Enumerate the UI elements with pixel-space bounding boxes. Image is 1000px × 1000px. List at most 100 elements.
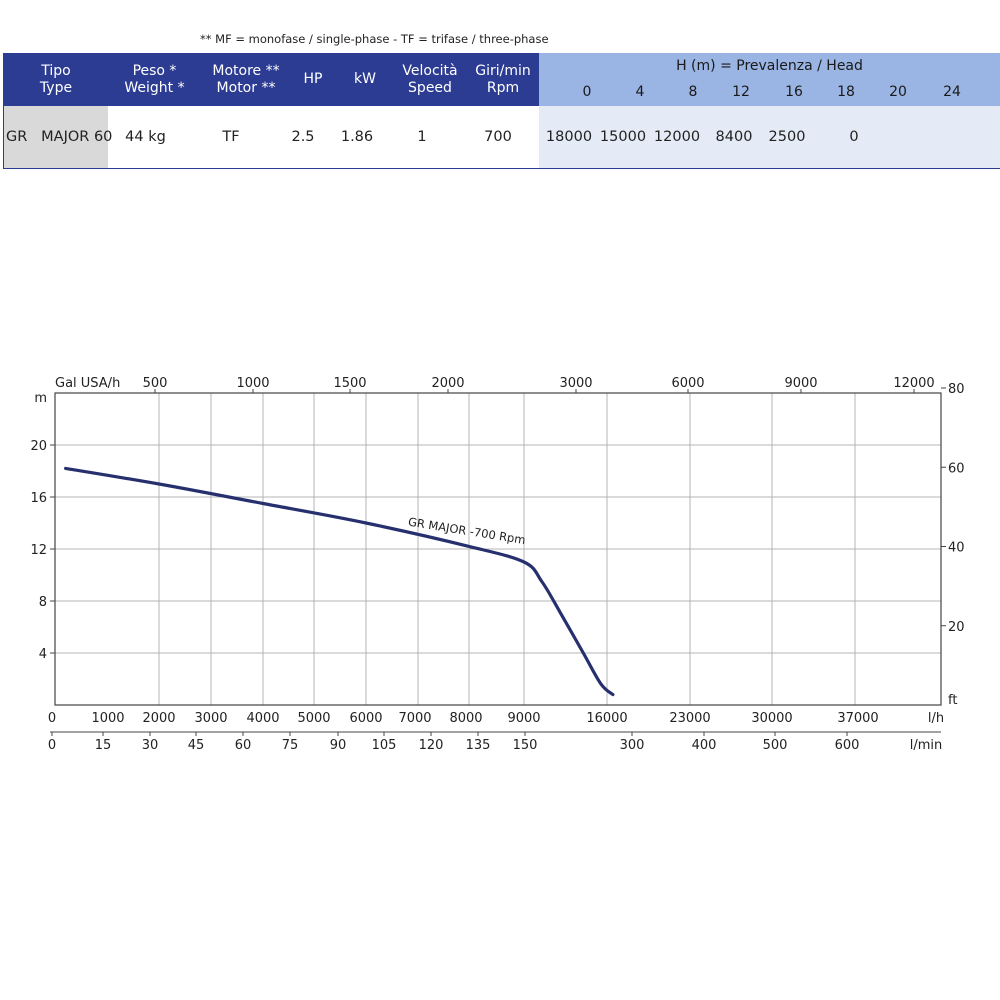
x-lmin-tick-label: 60 xyxy=(235,738,252,753)
y-left-tick-label: 4 xyxy=(39,647,47,662)
x-lh-tick-label: 8000 xyxy=(449,711,482,726)
table-row: GR MAJOR 60 44 kg TF 2.5 1.86 1 700 1800… xyxy=(3,106,1000,168)
header-weight: Peso * Weight * xyxy=(108,53,201,106)
x-top-tick-label: 1000 xyxy=(236,376,269,391)
x-top-tick-label: 1500 xyxy=(333,376,366,391)
x-top-axis-label: Gal USA/h xyxy=(55,376,120,391)
chart-axes: 48121620m20406080ftGal USA/h 500 1000 1500 2… xyxy=(30,376,964,753)
header-head-col: 8 xyxy=(688,84,698,100)
table-bottom-border xyxy=(3,168,1000,169)
spec-table: Tipo Type Peso * Weight * Motore ** Moto… xyxy=(3,53,1000,169)
cell-flow xyxy=(868,106,928,168)
pump-curve-chart: 48121620m20406080ftGal USA/h 500 1000 1500 2… xyxy=(30,376,964,753)
x-lh-tick-label: 0 xyxy=(48,711,56,726)
x-lh-tick-label: 37000 xyxy=(837,711,878,726)
x-lmin-tick-label: 30 xyxy=(142,738,159,753)
header-rpm: Giri/min Rpm xyxy=(465,53,541,106)
header-rpm-it: Giri/min xyxy=(475,62,531,79)
x-lmin-tick-label: 90 xyxy=(330,738,347,753)
x-lh-tick-label: 1000 xyxy=(91,711,124,726)
header-rpm-en: Rpm xyxy=(486,79,520,96)
header-type: Tipo Type xyxy=(4,53,108,106)
cell-kw: 1.86 xyxy=(340,129,374,145)
header-hp-label: HP xyxy=(303,71,323,87)
x-lh-tick-label: 6000 xyxy=(349,711,382,726)
x-top-tick-label: 3000 xyxy=(559,376,592,391)
x-lmin-tick-label: 120 xyxy=(419,738,444,753)
header-speed-en: Speed xyxy=(408,79,452,96)
phase-note: ** MF = monofase / single-phase - TF = t… xyxy=(200,32,549,46)
x-lh-tick-label: 16000 xyxy=(586,711,627,726)
cell-flow xyxy=(922,106,982,168)
x-lmin-tick-label: 105 xyxy=(372,738,397,753)
x-top-tick-label: 2000 xyxy=(431,376,464,391)
header-hp: HP xyxy=(291,53,335,106)
header-head-col: 20 xyxy=(889,84,907,100)
x-lmin-axis-label: l/min xyxy=(910,738,943,753)
y-right-tick-label: 40 xyxy=(948,541,965,556)
cell-head-group: 18000 15000 12000 8400 2500 0 xyxy=(539,106,1000,168)
y-left-tick-label: 8 xyxy=(39,595,47,610)
x-lh-tick-label: 3000 xyxy=(194,711,227,726)
header-motor: Motore ** Motor ** xyxy=(201,53,291,106)
header-head-col: 18 xyxy=(837,84,855,100)
cell-rpm: 700 xyxy=(484,129,512,145)
x-lh-tick-label: 5000 xyxy=(297,711,330,726)
x-top-tick-label: 500 xyxy=(143,376,168,391)
curve-gr-major-700 xyxy=(63,466,615,697)
header-speed: Velocità Speed xyxy=(395,53,465,106)
x-top-tick-label: 12000 xyxy=(893,376,934,391)
y-right-tick-label: 20 xyxy=(948,620,965,635)
x-lh-tick-label: 2000 xyxy=(142,711,175,726)
x-lmin-tick-label: 15 xyxy=(95,738,112,753)
header-weight-en: Weight * xyxy=(124,79,185,96)
x-lh-tick-label: 7000 xyxy=(398,711,431,726)
cell-type: GR MAJOR 60 xyxy=(4,106,112,168)
header-head-group: H (m) = Prevalenza / Head 0 4 8 12 16 18… xyxy=(539,53,1000,106)
header-weight-it: Peso * xyxy=(132,62,177,79)
x-lh-tick-label: 30000 xyxy=(751,711,792,726)
header-head-col: 0 xyxy=(582,84,592,100)
cell-flow: 12000 xyxy=(653,129,701,145)
y-right-tick-label: 80 xyxy=(948,382,965,397)
x-lh-tick-label: 4000 xyxy=(246,711,279,726)
header-type-en: Type xyxy=(39,79,73,96)
cell-flow: 2500 xyxy=(768,129,806,145)
y-left-axis-label: m xyxy=(34,391,47,406)
header-head-col: 4 xyxy=(635,84,645,100)
y-left-tick-label: 12 xyxy=(30,543,47,558)
x-lmin-tick-label: 45 xyxy=(188,738,205,753)
header-type-it: Tipo xyxy=(41,62,71,79)
x-lmin-tick-label: 400 xyxy=(692,738,717,753)
x-lmin-tick-label: 300 xyxy=(620,738,645,753)
x-lh-tick-label: 23000 xyxy=(669,711,710,726)
header-kw: kW xyxy=(335,53,395,106)
header-speed-it: Velocità xyxy=(402,62,458,79)
cell-flow: 18000 xyxy=(545,129,593,145)
x-lmin-tick-label: 0 xyxy=(48,738,56,753)
x-top-tick-label: 6000 xyxy=(671,376,704,391)
x-lmin-tick-label: 500 xyxy=(763,738,788,753)
cell-speed: 1 xyxy=(417,129,427,145)
y-left-tick-label: 20 xyxy=(30,439,47,454)
x-lh-axis-label: l/h xyxy=(928,711,944,726)
x-lmin-tick-label: 75 xyxy=(282,738,299,753)
x-top-tick-label: 9000 xyxy=(784,376,817,391)
x-lmin-tick-label: 150 xyxy=(513,738,538,753)
cell-flow: 8400 xyxy=(715,129,753,145)
cell-flow: 15000 xyxy=(599,129,647,145)
header-motor-en: Motor ** xyxy=(216,79,276,96)
header-head-col: 12 xyxy=(732,84,750,100)
chart-grid xyxy=(55,393,941,705)
x-lmin-tick-label: 600 xyxy=(835,738,860,753)
cell-weight: 44 kg xyxy=(125,129,166,145)
header-head-title: H (m) = Prevalenza / Head xyxy=(676,58,863,74)
header-head-col: 16 xyxy=(785,84,803,100)
header-kw-label: kW xyxy=(354,71,376,87)
y-right-tick-label: 60 xyxy=(948,461,965,476)
curve-label: GR MAJOR -700 Rpm xyxy=(407,515,526,547)
x-lmin-tick-label: 135 xyxy=(466,738,491,753)
y-left-tick-label: 16 xyxy=(30,491,47,506)
cell-motor: TF xyxy=(222,129,240,145)
y-right-axis-label: ft xyxy=(948,693,957,708)
